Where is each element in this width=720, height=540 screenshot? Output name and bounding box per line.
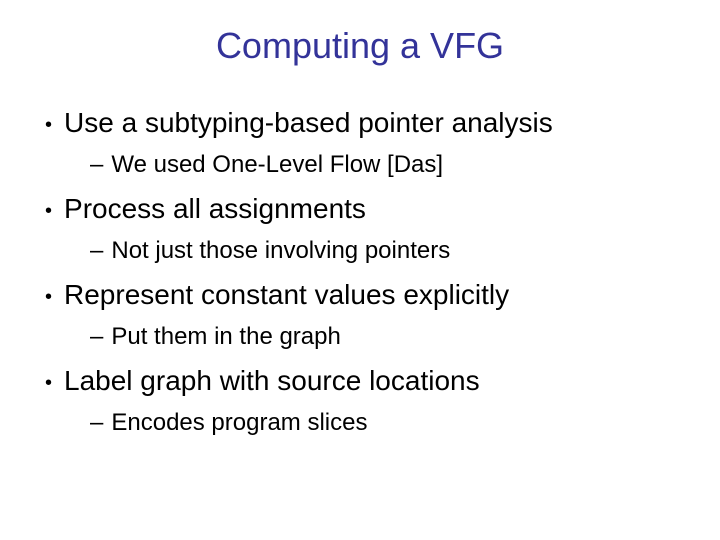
bullet-marker: • <box>45 193 52 229</box>
dash-marker: – <box>90 409 103 437</box>
bullet-marker: • <box>45 107 52 143</box>
bullet-marker: • <box>45 279 52 315</box>
bullet-text: Label graph with source locations <box>64 365 690 397</box>
bullet-text: Represent constant values explicitly <box>64 279 690 311</box>
sub-text: Not just those involving pointers <box>111 237 690 265</box>
sub-item: – Not just those involving pointers <box>90 237 690 265</box>
dash-marker: – <box>90 323 103 351</box>
bullet-text: Process all assignments <box>64 193 690 225</box>
bullet-item: • Use a subtyping-based pointer analysis <box>45 107 690 143</box>
bullet-item: • Label graph with source locations <box>45 365 690 401</box>
sub-text: We used One-Level Flow [Das] <box>111 151 690 179</box>
sub-text: Encodes program slices <box>111 409 690 437</box>
bullet-item: • Process all assignments <box>45 193 690 229</box>
sub-item: – Put them in the graph <box>90 323 690 351</box>
dash-marker: – <box>90 237 103 265</box>
bullet-text: Use a subtyping-based pointer analysis <box>64 107 690 139</box>
bullet-marker: • <box>45 365 52 401</box>
sub-item: – We used One-Level Flow [Das] <box>90 151 690 179</box>
sub-item: – Encodes program slices <box>90 409 690 437</box>
slide-title: Computing a VFG <box>30 25 690 67</box>
bullet-item: • Represent constant values explicitly <box>45 279 690 315</box>
sub-text: Put them in the graph <box>111 323 690 351</box>
dash-marker: – <box>90 151 103 179</box>
